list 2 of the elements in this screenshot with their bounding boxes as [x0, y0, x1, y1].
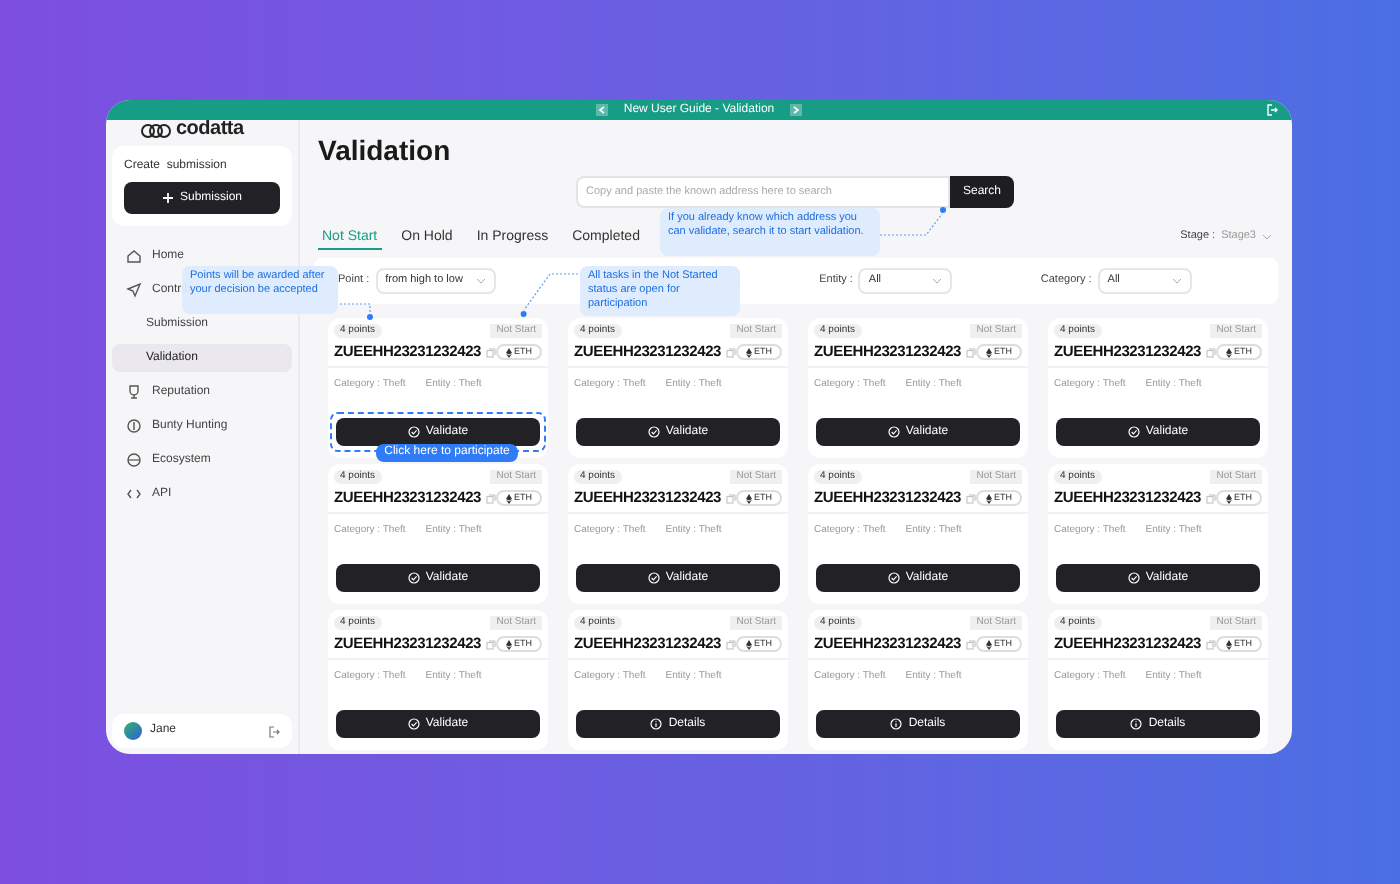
- page-title: Validation: [318, 136, 453, 164]
- logo-text: codatta: [176, 120, 244, 140]
